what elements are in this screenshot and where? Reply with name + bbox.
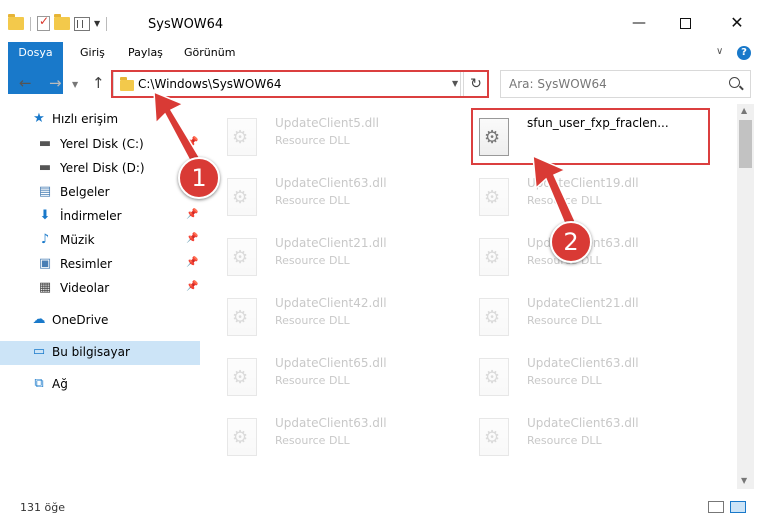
callout-badge-one: 1: [178, 157, 220, 199]
callout-arrows: [153, 90, 576, 231]
callout-badge-two: 2: [550, 221, 592, 263]
arrow-two: [532, 154, 576, 231]
